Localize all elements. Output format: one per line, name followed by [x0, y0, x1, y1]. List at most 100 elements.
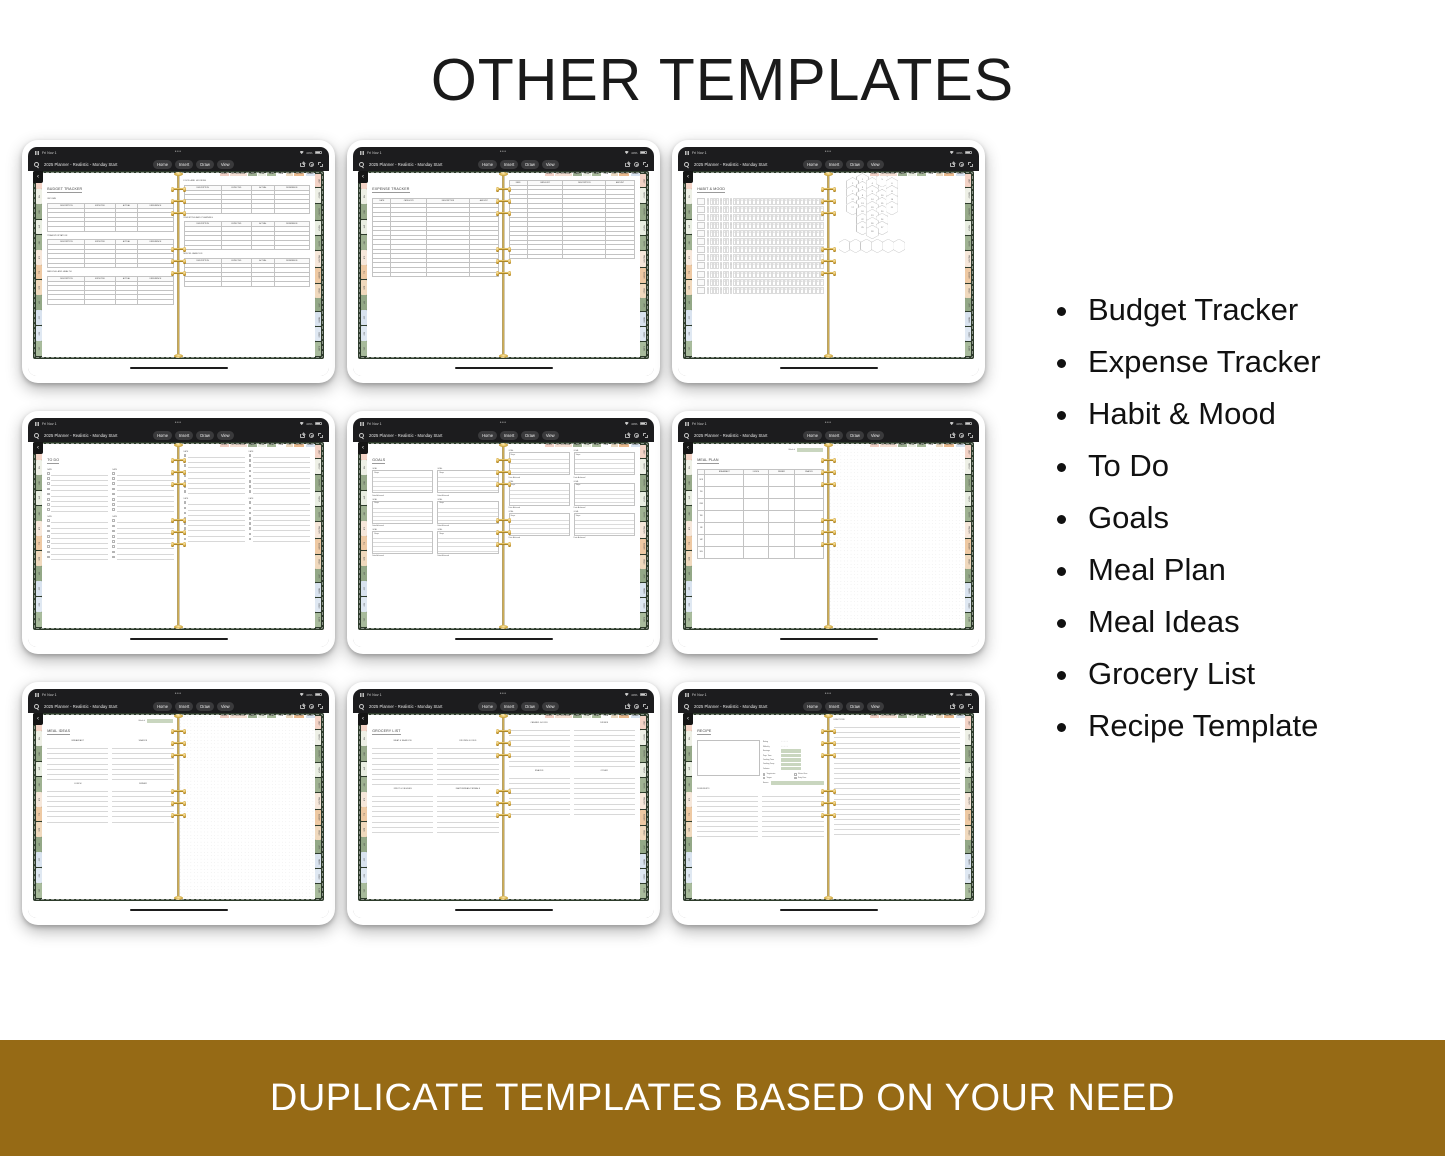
- todo-checkbox[interactable]: [248, 511, 252, 515]
- habit-day-cell[interactable]: 29: [812, 213, 816, 221]
- side-tab-daily[interactable]: DAILY: [315, 716, 322, 730]
- habit-day-cell[interactable]: 25: [796, 262, 800, 270]
- side-tab-apr[interactable]: APR: [685, 490, 692, 506]
- habit-day-cell[interactable]: 4: [716, 262, 720, 270]
- todo-checkbox[interactable]: [47, 482, 50, 485]
- side-tab-dec[interactable]: DEC: [685, 341, 692, 356]
- habit-day-cell[interactable]: 21: [780, 197, 784, 205]
- habit-day-cell[interactable]: 15: [756, 238, 760, 246]
- habit-day-cell[interactable]: 24: [792, 213, 796, 221]
- side-tab-feb[interactable]: FEB: [35, 731, 42, 746]
- side-tab-budget[interactable]: BUDGET: [315, 267, 322, 284]
- habit-day-cell[interactable]: 27: [804, 205, 808, 213]
- habit-day-cell[interactable]: 19: [772, 278, 776, 286]
- habit-day-cell[interactable]: 10: [736, 286, 740, 294]
- planner-binder[interactable]: ‹ INDEX INC / EXPENSE HABIT GOAL MEAL IDEA LIS…: [683, 171, 974, 359]
- home-indicator[interactable]: [454, 366, 553, 369]
- habit-day-cell[interactable]: 11: [740, 197, 744, 205]
- side-tab-habits[interactable]: HABITS: [315, 854, 322, 869]
- habit-day-cell[interactable]: 7: [726, 197, 730, 205]
- habit-day-cell[interactable]: 28: [808, 278, 812, 286]
- todo-item[interactable]: [183, 537, 245, 542]
- habit-day-cell[interactable]: 14: [752, 270, 756, 278]
- habit-day-cell[interactable]: 15: [756, 278, 760, 286]
- page-tab-list[interactable]: LIST: [935, 172, 943, 176]
- habit-grid[interactable]: 1 2 3 4 5 6 7 8 9 10 11 12 13 14 15 16 17 18 19 20 21 22 23 24 2…: [697, 197, 824, 294]
- side-tab-weekly[interactable]: WEEKLY: [640, 187, 647, 204]
- habit-day-cell[interactable]: 30: [816, 286, 820, 294]
- side-tab-weekly[interactable]: WEEKLY: [315, 458, 322, 475]
- todo-checkbox[interactable]: [183, 517, 187, 520]
- recipe-source-row[interactable]: Source: [763, 781, 824, 785]
- page-tab-blank[interactable]: BLANK: [955, 714, 965, 718]
- habit-day-cell[interactable]: 21: [780, 238, 784, 246]
- table-row[interactable]: [47, 299, 174, 305]
- toolbar-menu-home[interactable]: Home: [153, 702, 172, 711]
- habit-day-cell[interactable]: 31: [820, 221, 824, 229]
- habit-day-cell[interactable]: 24: [792, 286, 796, 294]
- habit-day-cell[interactable]: 17: [764, 221, 768, 229]
- habit-day-cell[interactable]: 30: [816, 221, 820, 229]
- side-tab-strip-right[interactable]: DAILY WEEKLY MONTHLY YEARLY NOTES TRACKER BUDG…: [640, 715, 647, 899]
- table-row[interactable]: [183, 244, 310, 251]
- habit-day-cell[interactable]: 24: [792, 197, 796, 205]
- side-tab-feb[interactable]: FEB: [360, 731, 367, 746]
- side-tab-aug[interactable]: AUG: [685, 821, 692, 837]
- page-tab-habit[interactable]: HABIT: [897, 714, 907, 718]
- habit-day-cell[interactable]: 22: [784, 197, 788, 205]
- side-tab-blank[interactable]: BLANK: [640, 341, 647, 356]
- page-tab-meal[interactable]: MEAL: [917, 443, 926, 447]
- page-tab-habit[interactable]: HABIT: [247, 172, 257, 176]
- habit-row[interactable]: 1 2 3 4 5 6 7 8 9 10 11 12 13 14 15 16 17 18 19 20 21 22 23 24 2…: [697, 254, 824, 262]
- habit-day-cell[interactable]: 28: [808, 205, 812, 213]
- multitask-dots-icon[interactable]: •••: [825, 692, 832, 697]
- habit-day-cell[interactable]: 11: [740, 213, 744, 221]
- budget-table[interactable]: DESCRIPTION EXPECTED ACTUAL DIFFERENCE: [47, 239, 174, 269]
- habit-day-cell[interactable]: 7: [726, 213, 730, 221]
- page-tab-inc-expense[interactable]: INC / EXPENSE: [229, 172, 247, 176]
- habit-day-cell[interactable]: 4: [716, 197, 720, 205]
- todo-checkbox[interactable]: [248, 522, 252, 525]
- todo-checkbox[interactable]: [47, 487, 50, 491]
- habit-day-cell[interactable]: 25: [796, 213, 800, 221]
- todo-checkbox[interactable]: [248, 479, 252, 483]
- habit-row[interactable]: 1 2 3 4 5 6 7 8 9 10 11 12 13 14 15 16 17 18 19 20 21 22 23 24 2…: [697, 246, 824, 254]
- page-tab-habit[interactable]: HABIT: [572, 714, 582, 718]
- side-tab-apr[interactable]: APR: [35, 490, 42, 506]
- share-icon[interactable]: [949, 704, 955, 709]
- habit-day-cell[interactable]: 12: [744, 286, 748, 294]
- side-tab-budget[interactable]: BUDGET: [640, 538, 647, 555]
- habit-day-cell[interactable]: 11: [740, 262, 744, 270]
- habit-day-cell[interactable]: 8: [729, 270, 733, 278]
- habit-day-cell[interactable]: 27: [804, 262, 808, 270]
- habit-day-cell[interactable]: 13: [748, 270, 752, 278]
- side-tab-goals[interactable]: GOALS: [965, 869, 972, 884]
- habit-day-cell[interactable]: 23: [788, 286, 792, 294]
- page-tab-inc-expense[interactable]: INC / EXPENSE: [229, 443, 247, 447]
- ruled-line[interactable]: [47, 817, 109, 823]
- multitask-dots-icon[interactable]: •••: [500, 692, 507, 697]
- planner-page-right[interactable]: DATE DATE DATE DATE: [178, 444, 315, 628]
- habit-day-cell[interactable]: 25: [796, 238, 800, 246]
- search-icon[interactable]: [34, 162, 39, 167]
- expand-icon[interactable]: [967, 162, 973, 167]
- side-tab-tracker[interactable]: TRACKER: [965, 250, 972, 268]
- todo-checkbox[interactable]: [112, 477, 115, 480]
- habit-day-cell[interactable]: 8: [729, 262, 733, 270]
- habit-day-cell[interactable]: 17: [764, 286, 768, 294]
- planner-binder[interactable]: ‹ INDEX INC / EXPENSE HABIT GOAL MEAL IDEA LIS…: [358, 442, 649, 630]
- side-tab-feb[interactable]: FEB: [35, 460, 42, 475]
- habit-day-cell[interactable]: 17: [764, 278, 768, 286]
- side-tab-jun[interactable]: JUN: [360, 521, 367, 536]
- habit-day-cell[interactable]: 17: [764, 213, 768, 221]
- page-tab-goal[interactable]: GOAL: [257, 172, 267, 176]
- habit-day-cell[interactable]: 29: [812, 246, 816, 254]
- habit-day-cell[interactable]: 19: [772, 238, 776, 246]
- side-tab-tracker[interactable]: TRACKER: [315, 521, 322, 539]
- side-tab-monthly[interactable]: MONTHLY: [315, 745, 322, 763]
- todo-checkbox[interactable]: [248, 537, 252, 541]
- page-tab-strip[interactable]: INDEX INC / EXPENSE HABIT GOAL MEAL IDEA LIST R…: [544, 443, 640, 447]
- habit-day-cell[interactable]: 31: [820, 286, 824, 294]
- habit-day-cell[interactable]: 31: [820, 238, 824, 246]
- planner-page-left[interactable]: EXPENSE TRACKER DATE CATEGORY DESCRIPTION A…: [367, 173, 504, 357]
